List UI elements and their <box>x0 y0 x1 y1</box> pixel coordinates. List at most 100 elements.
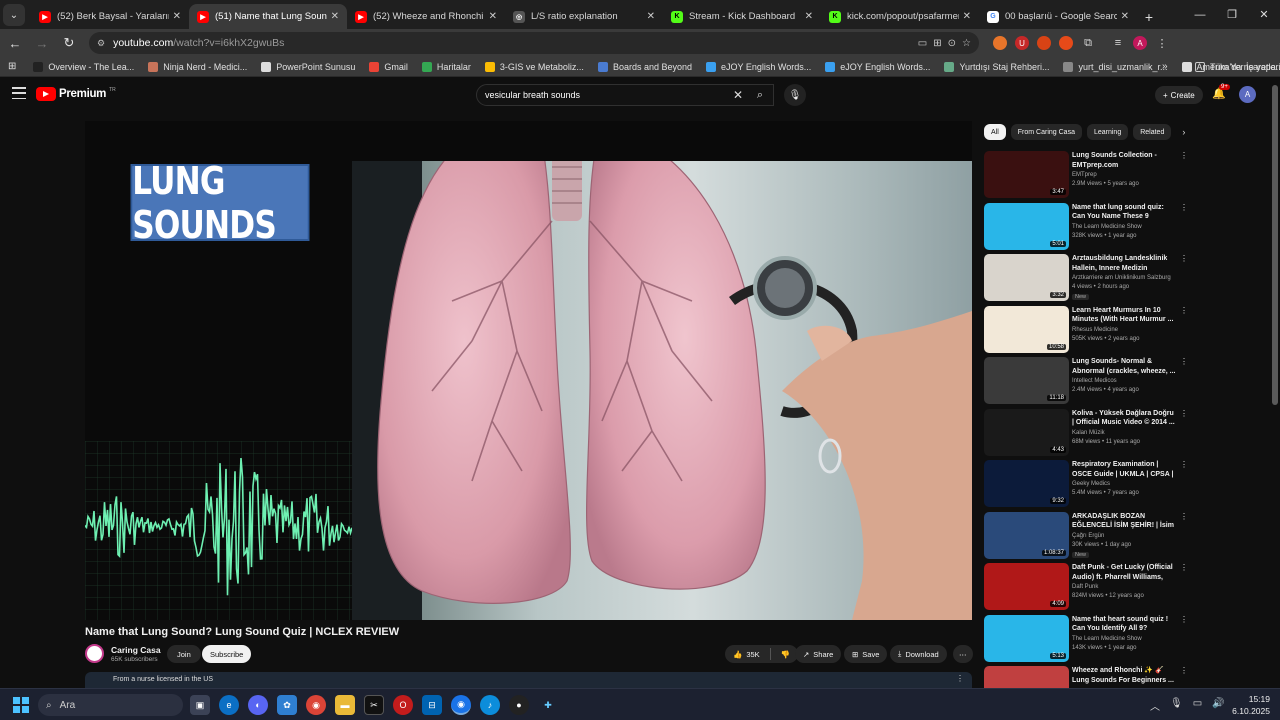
close-tab-icon[interactable]: ✕ <box>489 11 497 22</box>
forward-button[interactable]: → <box>30 31 54 55</box>
filter-chip[interactable]: Related <box>1133 124 1172 140</box>
windows-start-icon[interactable] <box>13 697 29 713</box>
channel-avatar[interactable] <box>85 644 104 663</box>
related-video-item[interactable]: 1:08:37 ARKADAŞLIK BOZAN EĞLENCELİ İSİM Ş… <box>984 510 1190 562</box>
related-video-item[interactable]: 11:18 Lung Sounds- Normal & Abnormal (cra… <box>984 355 1190 407</box>
bookmark-item[interactable]: Overview - The Lea... <box>26 61 141 72</box>
related-channel-name[interactable]: Çağrı Ergün <box>1072 533 1104 539</box>
close-tab-icon[interactable]: ✕ <box>963 11 971 22</box>
more-actions-button[interactable]: ⋯ <box>953 645 973 663</box>
more-options-icon[interactable]: ⋮ <box>1180 203 1188 212</box>
more-options-icon[interactable]: ⋮ <box>1180 254 1188 263</box>
related-channel-name[interactable]: Rhesus Medicine <box>1072 327 1118 333</box>
taskbar-search[interactable]: ⌕ Ara <box>38 694 183 716</box>
close-tab-icon[interactable]: ✕ <box>647 11 655 22</box>
store-icon[interactable]: ⊟ <box>422 695 442 715</box>
bookmark-item[interactable]: yurt_disi_uzmanlik_r... <box>1056 61 1174 72</box>
related-video-item[interactable]: 10:58 Learn Heart Murmurs In 10 Minutes (… <box>984 304 1190 356</box>
join-button[interactable]: Join <box>167 645 201 663</box>
save-button[interactable]: ⊞ Save <box>844 645 888 663</box>
snipping-tool-icon[interactable]: ✚ <box>538 695 558 715</box>
browser-tab[interactable]: ▶ (52) Wheeze and Rhonchi ✨ 🎸 ✕ <box>347 4 505 29</box>
more-options-icon[interactable]: ⋮ <box>1180 615 1188 624</box>
page-scrollbar[interactable] <box>1272 85 1278 405</box>
more-options-icon[interactable]: ⋮ <box>1180 306 1188 315</box>
browser-tab[interactable]: Kkick.com/popout/psafarmer/ch ✕ <box>821 4 979 29</box>
taskbar-clock[interactable]: 15:19 6.10.2025 <box>1226 693 1270 717</box>
related-video-item[interactable]: 9:32 Respiratory Examination | OSCE Guide… <box>984 458 1190 510</box>
app-icon[interactable]: ✿ <box>277 695 297 715</box>
app-icon[interactable]: ♪ <box>480 695 500 715</box>
like-button[interactable]: 👍 35K 👎 <box>725 645 799 663</box>
more-options-icon[interactable]: ⋮ <box>1180 357 1188 366</box>
minimize-button[interactable]: — <box>1184 0 1216 29</box>
close-tab-icon[interactable]: ✕ <box>1121 11 1129 22</box>
video-thumbnail[interactable]: 9:32 <box>984 460 1069 507</box>
voice-search-icon[interactable]: 🎙 <box>784 84 806 106</box>
video-thumbnail[interactable]: 3:32 <box>984 254 1069 301</box>
bookmark-item[interactable]: Yurtdışı Staj Rehberi... <box>937 61 1056 72</box>
more-options-icon[interactable]: ⋮ <box>1180 666 1188 675</box>
site-info-icon[interactable]: ⚙ <box>97 38 105 49</box>
video-thumbnail[interactable]: 3:47 <box>984 151 1069 198</box>
youtube-premium-logo[interactable]: Premium TR <box>36 87 116 101</box>
related-video-item[interactable]: 5:01 Name that lung sound quiz: Can You N… <box>984 201 1190 253</box>
bookmarks-overflow[interactable]: » <box>1162 61 1168 72</box>
related-video-item[interactable]: 4:43 Koliva - Yüksek Dağlara Doğru | Offi… <box>984 407 1190 459</box>
account-avatar[interactable]: A <box>1239 86 1256 103</box>
menu-kebab-icon[interactable]: ⋮ <box>1155 36 1169 50</box>
chrome-active-icon[interactable]: ◉ <box>451 695 471 715</box>
all-bookmarks-button[interactable]: Tüm Yer İşaretleri <box>1188 61 1280 72</box>
filter-chip[interactable]: From Caring Casa <box>1010 124 1082 140</box>
new-tab-button[interactable]: + <box>1137 4 1161 29</box>
cast-icon[interactable]: ▭ <box>918 38 927 49</box>
more-options-icon[interactable]: ⋮ <box>1180 409 1188 418</box>
browser-tab[interactable]: K Stream - Kick Dashboard ✕ <box>663 4 821 29</box>
extension-icon[interactable] <box>1037 36 1051 50</box>
filter-chip[interactable]: All <box>984 124 1006 140</box>
bookmark-item[interactable]: 3-GIS ve Metaboliz... <box>478 61 591 72</box>
channel-name[interactable]: Caring Casa <box>111 645 161 655</box>
related-video-item[interactable]: 3:47 Lung Sounds Collection - EMTprep.com… <box>984 149 1190 201</box>
opera-icon[interactable]: O <box>393 695 413 715</box>
bookmark-item[interactable]: eJOY English Words... <box>818 61 937 72</box>
video-thumbnail[interactable]: 4:43 <box>984 408 1069 456</box>
bookmark-item[interactable]: eJOY English Words... <box>699 61 818 72</box>
bookmark-item[interactable]: Gmail <box>362 61 415 72</box>
bookmark-item[interactable]: PowerPoint Sunusu <box>254 61 362 72</box>
bookmark-item[interactable]: Ninja Nerd - Medici... <box>141 61 254 72</box>
obs-icon[interactable]: ● <box>509 695 529 715</box>
microphone-icon[interactable]: 🎙 <box>1170 698 1183 713</box>
puzzle-icon[interactable]: ⧉ <box>1081 36 1095 50</box>
filter-chip[interactable]: Learning <box>1086 124 1129 140</box>
related-video-title[interactable]: Name that lung sound quiz: Can You Name … <box>1072 203 1176 223</box>
edge-icon[interactable]: e <box>219 695 239 715</box>
related-video-title[interactable]: Arztausbildung Landesklinik Hallein, Inn… <box>1072 254 1176 273</box>
related-video-title[interactable]: Wheeze and Rhonchi ✨ 🎸 Lung Sounds For B… <box>1072 666 1176 685</box>
apps-grid-icon[interactable]: ⊞ <box>8 61 16 72</box>
related-channel-name[interactable]: The Learn Medicine Show <box>1072 224 1142 230</box>
video-thumbnail[interactable]: 5:01 <box>984 202 1069 250</box>
related-channel-name[interactable]: Daft Punk <box>1072 584 1098 590</box>
related-channel-name[interactable]: Arztkarriere am Uniklinikum Salzburg <box>1072 275 1171 281</box>
related-video-title[interactable]: Lung Sounds Collection - EMTprep.com <box>1072 151 1176 170</box>
discord-icon[interactable]: ◐ <box>248 695 268 715</box>
browser-tab[interactable]: ◎ L/S ratio explanation ✕ <box>505 4 663 29</box>
video-thumbnail[interactable]: 10:58 <box>984 305 1069 353</box>
tray-chevron-icon[interactable]: ︿ <box>1150 698 1160 713</box>
address-bar[interactable]: ⚙ youtube.com/watch?v=i6khX2gwuBs ▭ ⊞ ⊙ … <box>89 32 979 54</box>
video-thumbnail[interactable]: 1:08:37 <box>984 511 1069 559</box>
browser-tab[interactable]: ▶ (51) Name that Lung Sound? Lu ✕ <box>189 4 347 29</box>
close-tab-icon[interactable]: ✕ <box>173 11 181 22</box>
ublock-icon[interactable]: U <box>1015 36 1029 50</box>
subscribe-button[interactable]: Subscribe <box>202 645 252 663</box>
volume-icon[interactable]: 🔊 <box>1212 698 1224 713</box>
video-player[interactable]: LUNG SOUNDS <box>85 121 972 620</box>
tab-search-button[interactable]: ⌄ <box>3 4 25 26</box>
reload-button[interactable]: ↻ <box>57 31 81 55</box>
description-box[interactable]: From a nurse licensed in the US ⋮ <box>85 672 972 688</box>
related-video-title[interactable]: Respiratory Examination | OSCE Guide | U… <box>1072 460 1176 480</box>
translate-icon[interactable]: ⊞ <box>933 38 941 49</box>
download-button[interactable]: ⤓ Download <box>890 645 947 663</box>
share-button[interactable]: ↗ Share <box>795 645 842 663</box>
